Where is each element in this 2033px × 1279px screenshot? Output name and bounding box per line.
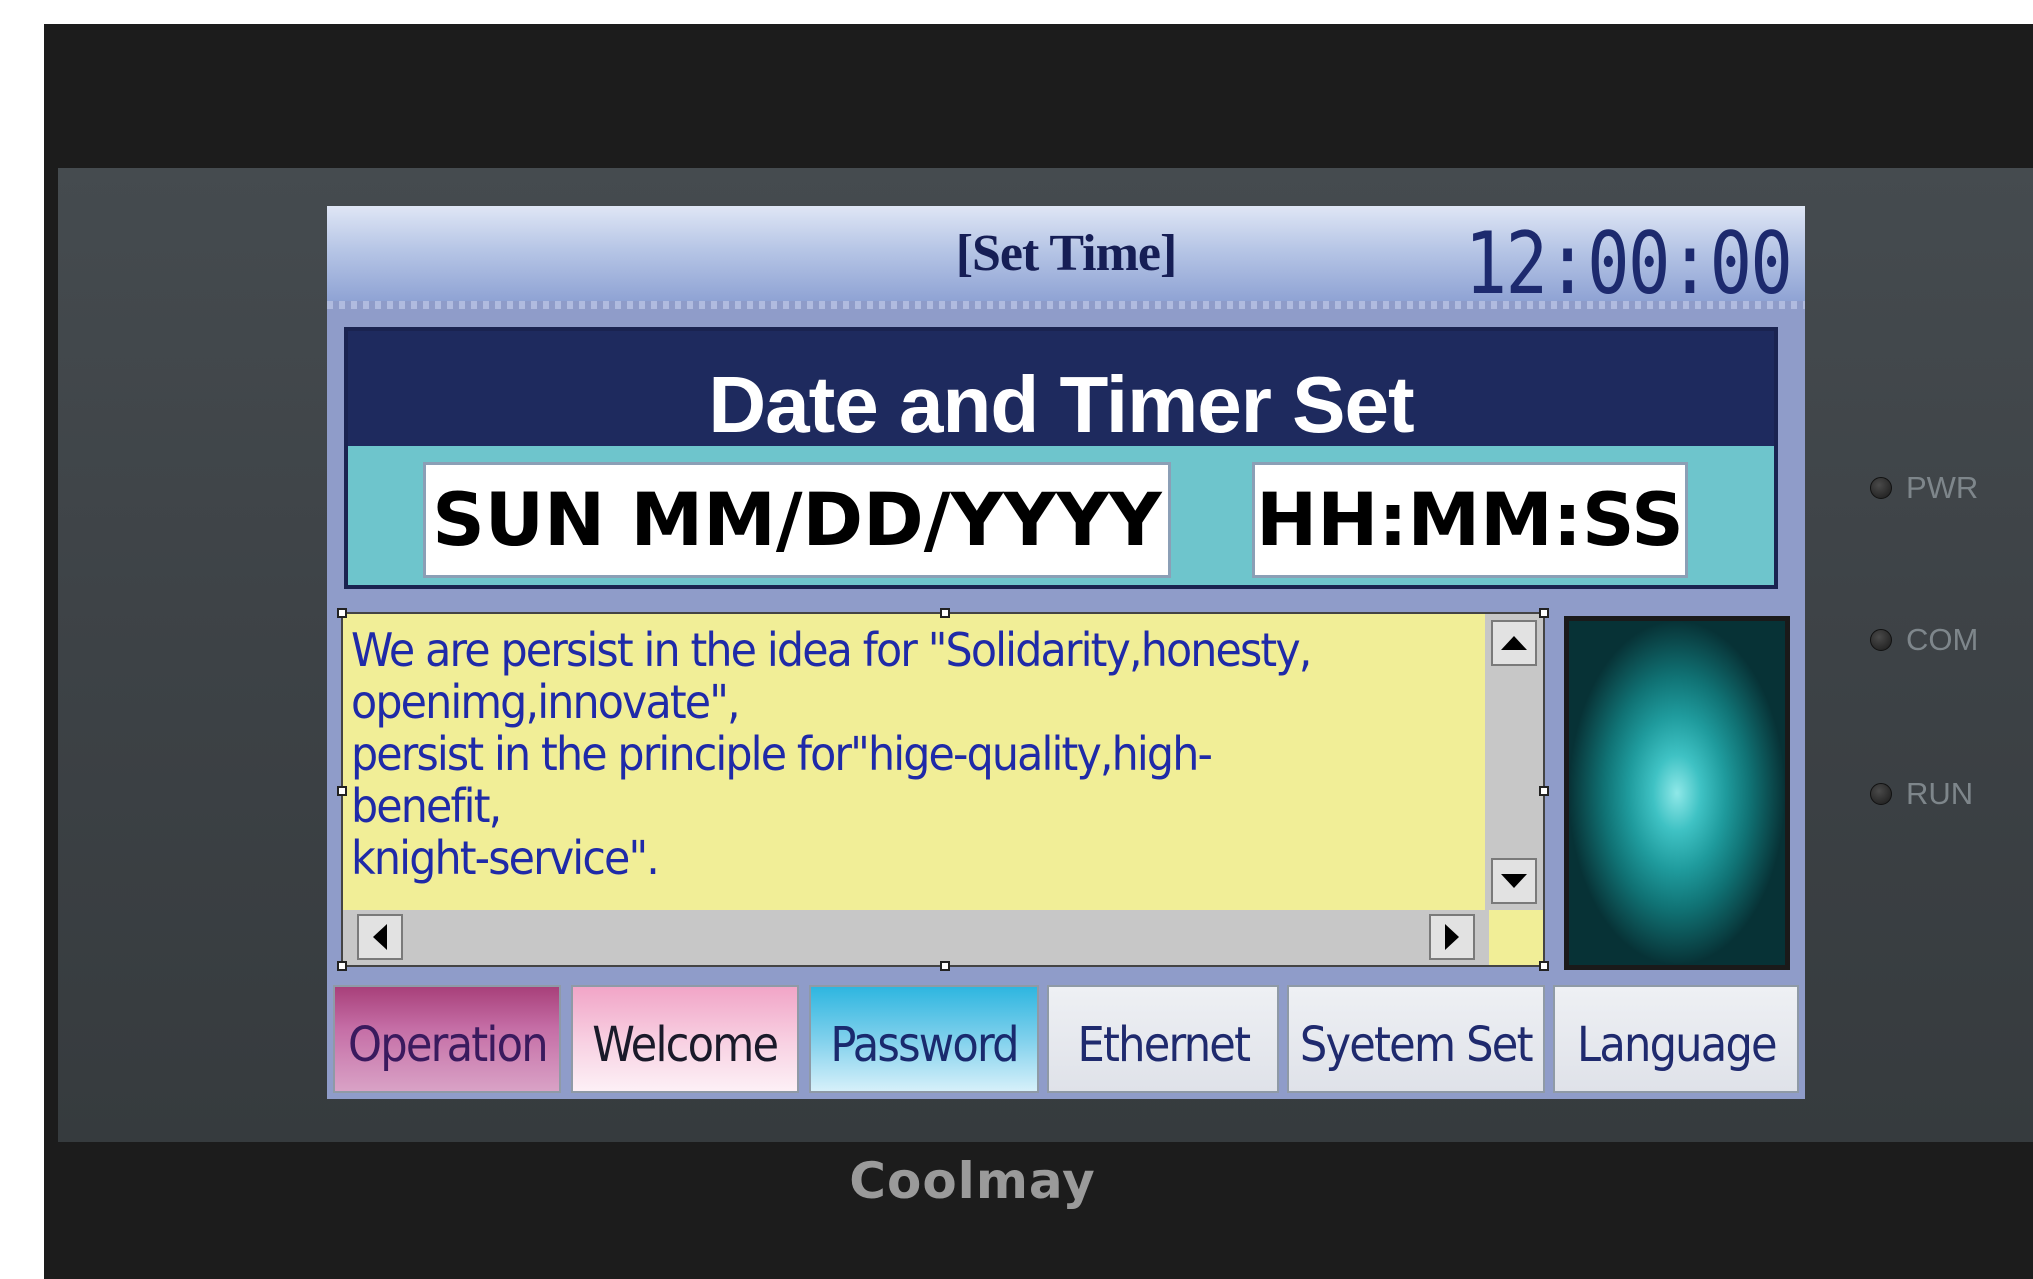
resize-handle[interactable] (1539, 961, 1549, 971)
clock-display: 12:00:00 (1464, 214, 1792, 314)
indicator-pwr: PWR (1870, 470, 1978, 506)
arrow-down-icon (1501, 874, 1527, 888)
indicator-label: PWR (1906, 470, 1979, 505)
time-field[interactable]: HH:MM:SS (1252, 462, 1688, 578)
tab-bar: Operation Welcome Password Ethernet Syet… (333, 985, 1799, 1095)
arrow-right-icon (1445, 924, 1459, 950)
tab-label: Language (1576, 1017, 1778, 1073)
divider (327, 301, 1805, 309)
message-text: We are persist in the idea for "Solidari… (351, 623, 1312, 885)
scroll-right-button[interactable] (1429, 914, 1475, 960)
arrow-left-icon (373, 924, 387, 950)
indicator-run: RUN (1870, 776, 1973, 812)
tab-operation[interactable]: Operation (333, 985, 561, 1093)
indicator-lamp[interactable] (1564, 616, 1790, 970)
tab-language[interactable]: Language (1553, 985, 1799, 1093)
scroll-left-button[interactable] (357, 914, 403, 960)
resize-handle[interactable] (940, 608, 950, 618)
brand-logo: Coolmay (849, 1152, 1096, 1210)
horizontal-scrollbar[interactable] (343, 910, 1489, 965)
arrow-up-icon (1501, 636, 1527, 650)
tab-label: Operation (347, 1017, 549, 1073)
indicator-label: RUN (1906, 776, 1974, 811)
scroll-down-button[interactable] (1491, 858, 1537, 904)
message-textbox[interactable]: We are persist in the idea for "Solidari… (337, 608, 1549, 971)
vertical-scrollbar[interactable] (1485, 614, 1543, 910)
scroll-up-button[interactable] (1491, 620, 1537, 666)
indicator-com: COM (1870, 622, 1978, 658)
date-field[interactable]: SUN MM/DD/YYYY (423, 462, 1171, 578)
resize-handle[interactable] (337, 608, 347, 618)
tab-ethernet[interactable]: Ethernet (1047, 985, 1279, 1093)
resize-handle[interactable] (940, 961, 950, 971)
resize-handle[interactable] (1539, 786, 1549, 796)
run-led-icon (1870, 783, 1892, 805)
tab-welcome[interactable]: Welcome (571, 985, 799, 1093)
tab-label: Ethernet (1077, 1017, 1250, 1073)
pwr-led-icon (1870, 477, 1892, 499)
date-time-panel: Date and Timer Set SUN MM/DD/YYYY HH:MM:… (344, 327, 1778, 589)
tab-label: Password (830, 1017, 1019, 1073)
hmi-screen: [Set Time] 12:00:00 Date and Timer Set S… (327, 206, 1805, 1099)
date-panel-heading: Date and Timer Set (708, 360, 1414, 449)
tab-password[interactable]: Password (809, 985, 1039, 1093)
date-panel-header: Date and Timer Set (348, 331, 1774, 449)
tab-label: Syetem Set (1300, 1017, 1534, 1073)
resize-handle[interactable] (1539, 608, 1549, 618)
title-bar: [Set Time] 12:00:00 (327, 206, 1805, 314)
resize-handle[interactable] (337, 786, 347, 796)
tab-system-set[interactable]: Syetem Set (1287, 985, 1545, 1093)
indicator-label: COM (1906, 622, 1979, 657)
resize-handle[interactable] (337, 961, 347, 971)
com-led-icon (1870, 629, 1892, 651)
tab-label: Welcome (592, 1017, 779, 1073)
